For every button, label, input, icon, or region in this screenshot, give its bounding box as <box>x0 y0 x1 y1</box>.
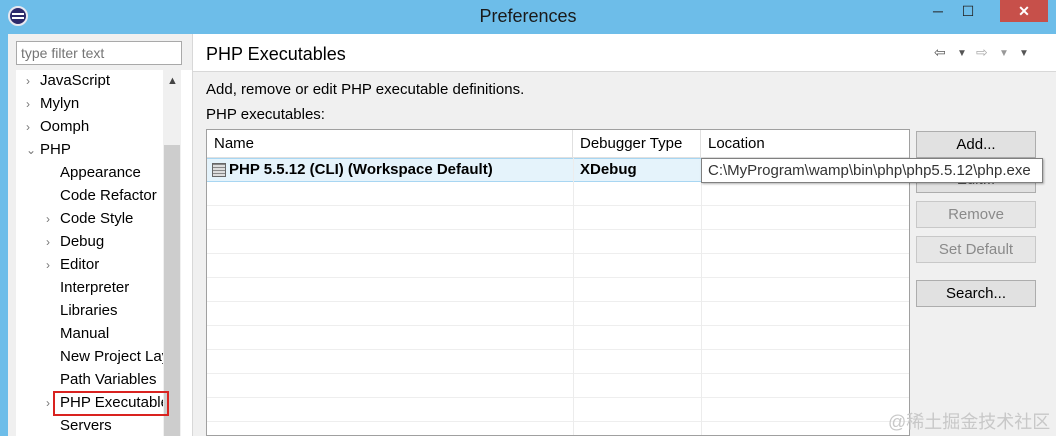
empty-table-row <box>207 422 909 435</box>
window-title: Preferences <box>479 6 577 26</box>
tree-item-label: Appearance <box>60 164 141 181</box>
maximize-button[interactable]: ☐ <box>954 0 982 22</box>
forward-arrow-icon[interactable]: ⇨ <box>976 44 988 61</box>
tree-item[interactable]: › Debug <box>16 231 166 253</box>
close-button[interactable]: ✕ <box>1000 0 1048 22</box>
executables-label: PHP executables: <box>206 106 325 123</box>
forward-menu-icon[interactable]: ▼ <box>999 48 1009 59</box>
tree-item[interactable]: Appearance <box>16 162 166 184</box>
tree-item-label: New Project Lay <box>60 348 170 365</box>
tree-item[interactable]: Libraries <box>16 300 166 322</box>
minimize-button[interactable]: ─ <box>924 0 952 22</box>
tree-item[interactable]: › JavaScript <box>16 70 166 92</box>
column-divider <box>573 158 574 435</box>
tree-item[interactable]: New Project Lay <box>16 346 170 368</box>
back-menu-icon[interactable]: ▼ <box>957 48 967 59</box>
view-menu-icon[interactable]: ▼ <box>1019 48 1029 59</box>
selection-highlight-box <box>53 391 169 416</box>
tree-item-label: Mylyn <box>40 95 80 112</box>
add-button[interactable]: Add... <box>916 131 1036 158</box>
row-debugger-type: XDebug <box>580 161 637 178</box>
tree-item-label: Interpreter <box>60 279 130 296</box>
tree-item[interactable]: Interpreter <box>16 277 166 299</box>
page-title: PHP Executables <box>206 44 346 64</box>
page-description: Add, remove or edit PHP executable defin… <box>206 81 525 98</box>
empty-table-row <box>207 374 909 398</box>
empty-table-row <box>207 254 909 278</box>
tree-item[interactable]: Servers <box>16 415 166 436</box>
empty-table-row <box>207 206 909 230</box>
tree-item-label: Libraries <box>60 302 118 319</box>
php-executable-icon <box>212 163 226 177</box>
tree-item[interactable]: › Code Style <box>16 208 166 230</box>
location-tooltip: C:\MyProgram\wamp\bin\php\php5.5.12\php.… <box>701 158 1043 183</box>
collapsed-chevron-icon[interactable]: › <box>26 116 36 138</box>
tree-item-label: PHP <box>40 141 71 158</box>
tree-item[interactable]: ⌄ PHP <box>16 139 166 161</box>
column-header-debugger-type[interactable]: Debugger Type <box>573 130 701 158</box>
scroll-up-icon[interactable]: ▲ <box>167 75 178 87</box>
tree-item-label: Servers <box>60 417 112 434</box>
tree-item-label: Debug <box>60 233 105 250</box>
tree-item-label: Code Style <box>60 210 134 227</box>
empty-table-row <box>207 350 909 374</box>
tree-item[interactable]: › Editor <box>16 254 166 276</box>
set-default-button[interactable]: Set Default <box>916 236 1036 263</box>
back-arrow-icon[interactable]: ⇦ <box>934 44 946 61</box>
watermark: @稀土掘金技术社区 <box>888 412 1051 432</box>
collapsed-chevron-icon[interactable]: › <box>26 93 36 115</box>
tree-item-label: JavaScript <box>40 72 111 89</box>
search-button[interactable]: Search... <box>916 280 1036 307</box>
collapsed-chevron-icon[interactable]: › <box>46 208 56 230</box>
collapsed-chevron-icon[interactable]: › <box>46 254 56 276</box>
tree-item[interactable]: Manual <box>16 323 166 345</box>
tree-item[interactable]: › Oomph <box>16 116 166 138</box>
tree-item[interactable]: › Mylyn <box>16 93 166 115</box>
tree-item[interactable]: Path Variables <box>16 369 166 391</box>
tree-item-label: Editor <box>60 256 100 273</box>
tree-item-label: Oomph <box>40 118 90 135</box>
empty-table-row <box>207 230 909 254</box>
column-divider <box>701 158 702 435</box>
collapsed-chevron-icon[interactable]: › <box>46 231 56 253</box>
tree-scrollbar[interactable]: ▲ <box>163 70 181 436</box>
tree-item-label: Path Variables <box>60 371 157 388</box>
row-name: PHP 5.5.12 (CLI) (Workspace Default) <box>229 161 493 178</box>
empty-table-row <box>207 326 909 350</box>
tree-item-label: Code Refactor <box>60 187 157 204</box>
column-header-name[interactable]: Name <box>207 130 573 158</box>
tree-item-label: Manual <box>60 325 110 342</box>
empty-table-row <box>207 278 909 302</box>
tree-item[interactable]: Code Refactor <box>16 185 166 207</box>
expanded-chevron-icon[interactable]: ⌄ <box>26 139 36 161</box>
collapsed-chevron-icon[interactable]: › <box>26 70 36 92</box>
filter-input[interactable] <box>16 41 182 65</box>
empty-table-row <box>207 398 909 422</box>
empty-table-row <box>207 302 909 326</box>
remove-button[interactable]: Remove <box>916 201 1036 228</box>
empty-table-row <box>207 182 909 206</box>
column-header-location[interactable]: Location <box>701 130 909 158</box>
